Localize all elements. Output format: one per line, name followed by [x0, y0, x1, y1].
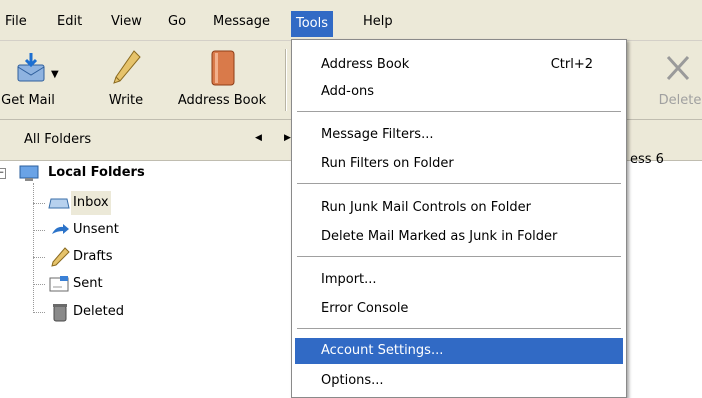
all-folders-title: All Folders — [24, 132, 92, 147]
delete-button[interactable]: Delete — [652, 41, 702, 119]
menu-message[interactable]: Message — [208, 12, 275, 32]
menu-item-label: Address Book — [321, 57, 410, 72]
tree-branch — [33, 257, 45, 258]
menu-item-options[interactable]: Options... — [295, 368, 623, 394]
menu-separator — [297, 328, 621, 329]
menu-item-label: Run Junk Mail Controls on Folder — [321, 200, 531, 215]
menu-item-import[interactable]: Import... — [295, 267, 623, 293]
menu-separator — [297, 183, 621, 184]
menu-edit[interactable]: Edit — [52, 12, 87, 32]
menu-bar: File Edit View Go Message Tools Help — [0, 0, 702, 41]
tree-branch — [33, 284, 45, 285]
trash-icon — [53, 304, 67, 322]
menu-item-add-ons[interactable]: Add-ons — [295, 79, 623, 105]
get-mail-icon — [17, 53, 45, 82]
menu-item-label: Run Filters on Folder — [321, 156, 454, 171]
tree-branch — [33, 230, 45, 231]
local-folders-icon — [19, 165, 39, 181]
tree-branch — [33, 312, 45, 313]
collapse-icon[interactable]: − — [0, 168, 6, 179]
menu-item-message-filters[interactable]: Message Filters... — [295, 122, 623, 148]
delete-icon — [666, 55, 690, 81]
menu-help[interactable]: Help — [358, 12, 398, 32]
folder-sent[interactable]: Sent — [73, 272, 103, 296]
menu-item-label: Import... — [321, 272, 377, 287]
local-folders-root[interactable]: Local Folders — [48, 161, 145, 185]
tree-branch — [33, 203, 45, 204]
inbox-icon — [48, 198, 70, 209]
menu-separator — [297, 111, 621, 112]
menu-item-shortcut: Ctrl+2 — [550, 57, 593, 72]
menu-item-label: Options... — [321, 373, 384, 388]
address-book-label: Address Book — [177, 93, 267, 108]
menu-item-account-settings[interactable]: Account Settings... — [295, 338, 623, 364]
drafts-icon — [51, 247, 70, 267]
get-mail-button[interactable]: ▼ Get Mail — [0, 41, 64, 119]
toolbar-separator — [285, 49, 287, 111]
menu-item-label: Add-ons — [321, 84, 375, 99]
write-label: Write — [108, 93, 144, 108]
menu-item-address-book[interactable]: Address Book Ctrl+2 — [295, 52, 623, 78]
menu-go[interactable]: Go — [163, 12, 191, 32]
menu-tools[interactable]: Tools — [291, 11, 334, 37]
sent-icon — [49, 276, 69, 292]
folder-inbox[interactable]: Inbox — [71, 191, 111, 215]
folder-drafts[interactable]: Drafts — [73, 245, 113, 269]
write-button[interactable]: Write — [98, 41, 154, 119]
menu-item-label: Account Settings... — [321, 343, 444, 358]
right-pane-text: ess 6 — [630, 152, 664, 167]
menu-item-label: Message Filters... — [321, 127, 434, 142]
tools-menu-dropdown: Address Book Ctrl+2 Add-ons Message Filt… — [291, 39, 627, 398]
delete-label: Delete — [658, 93, 702, 108]
folder-unsent[interactable]: Unsent — [73, 218, 119, 242]
menu-file[interactable]: File — [0, 12, 32, 32]
menu-item-label: Delete Mail Marked as Junk in Folder — [321, 229, 558, 244]
pencil-icon — [113, 50, 141, 84]
previous-view-icon[interactable]: ◀ — [255, 133, 262, 143]
unsent-icon — [52, 224, 69, 234]
get-mail-dropdown-icon[interactable]: ▼ — [51, 69, 59, 80]
menu-item-run-filters[interactable]: Run Filters on Folder — [295, 151, 623, 177]
menu-view[interactable]: View — [106, 12, 147, 32]
get-mail-label: Get Mail — [1, 93, 55, 108]
menu-item-run-junk-controls[interactable]: Run Junk Mail Controls on Folder — [295, 195, 623, 221]
next-view-icon[interactable]: ▶ — [284, 133, 291, 143]
folder-deleted[interactable]: Deleted — [73, 300, 124, 324]
menu-item-delete-junk[interactable]: Delete Mail Marked as Junk in Folder — [295, 224, 623, 250]
menu-separator — [297, 256, 621, 257]
menu-item-error-console[interactable]: Error Console — [295, 296, 623, 322]
address-book-button[interactable]: Address Book — [172, 41, 272, 119]
menu-item-label: Error Console — [321, 301, 409, 316]
address-book-icon — [211, 50, 235, 86]
